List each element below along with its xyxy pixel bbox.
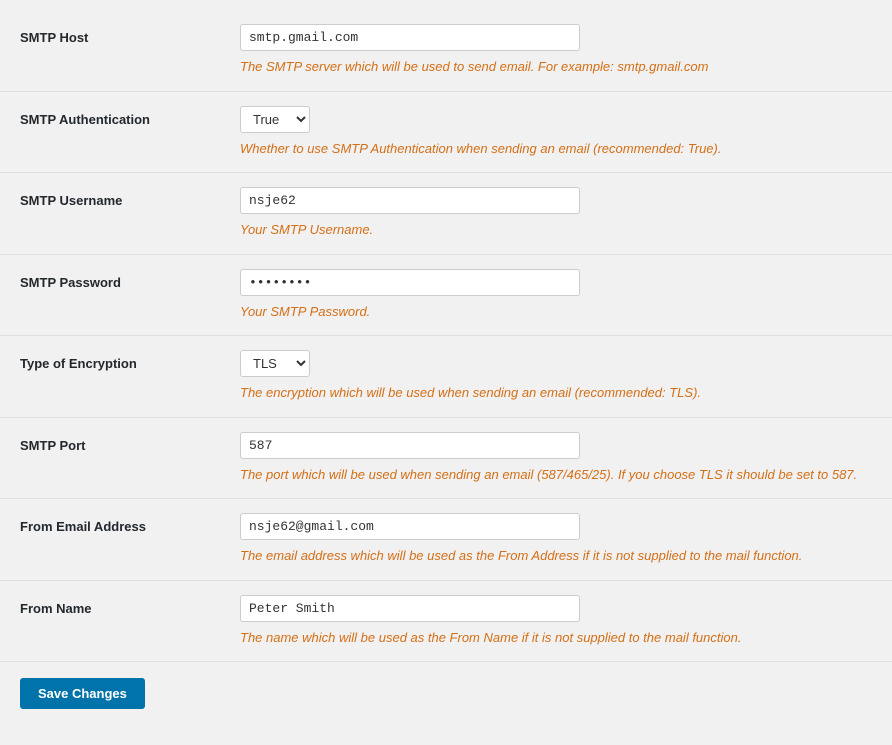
hint-smtp-password: Your SMTP Password. bbox=[240, 302, 872, 322]
label-smtp-password: SMTP Password bbox=[20, 269, 240, 290]
field-from-name: The name which will be used as the From … bbox=[240, 595, 872, 648]
input-smtp-password[interactable] bbox=[240, 269, 580, 296]
select-encryption-type[interactable]: TLSSSLNone bbox=[240, 350, 310, 377]
hint-smtp-username: Your SMTP Username. bbox=[240, 220, 872, 240]
row-encryption-type: Type of EncryptionTLSSSLNone The encrypti… bbox=[0, 336, 892, 418]
label-smtp-host: SMTP Host bbox=[20, 24, 240, 45]
hint-encryption-type: The encryption which will be used when s… bbox=[240, 383, 872, 403]
row-smtp-password: SMTP PasswordYour SMTP Password. bbox=[0, 255, 892, 337]
label-encryption-type: Type of Encryption bbox=[20, 350, 240, 371]
input-smtp-username[interactable] bbox=[240, 187, 580, 214]
field-smtp-password: Your SMTP Password. bbox=[240, 269, 872, 322]
field-smtp-authentication: TrueFalse Whether to use SMTP Authenticat… bbox=[240, 106, 872, 159]
input-smtp-port[interactable] bbox=[240, 432, 580, 459]
hint-smtp-host: The SMTP server which will be used to se… bbox=[240, 57, 872, 77]
field-smtp-username: Your SMTP Username. bbox=[240, 187, 872, 240]
hint-from-name: The name which will be used as the From … bbox=[240, 628, 872, 648]
row-from-name: From NameThe name which will be used as … bbox=[0, 581, 892, 663]
label-smtp-authentication: SMTP Authentication bbox=[20, 106, 240, 127]
field-smtp-port: The port which will be used when sending… bbox=[240, 432, 872, 485]
save-changes-button[interactable]: Save Changes bbox=[20, 678, 145, 709]
hint-smtp-port: The port which will be used when sending… bbox=[240, 465, 872, 485]
field-from-email: The email address which will be used as … bbox=[240, 513, 872, 566]
row-from-email: From Email AddressThe email address whic… bbox=[0, 499, 892, 581]
row-smtp-host: SMTP HostThe SMTP server which will be u… bbox=[0, 10, 892, 92]
hint-smtp-authentication: Whether to use SMTP Authentication when … bbox=[240, 139, 872, 159]
field-encryption-type: TLSSSLNone The encryption which will be u… bbox=[240, 350, 872, 403]
save-row: Save Changes bbox=[0, 662, 892, 725]
label-from-email: From Email Address bbox=[20, 513, 240, 534]
row-smtp-authentication: SMTP AuthenticationTrueFalse Whether to u… bbox=[0, 92, 892, 174]
input-from-name[interactable] bbox=[240, 595, 580, 622]
label-from-name: From Name bbox=[20, 595, 240, 616]
settings-form: SMTP HostThe SMTP server which will be u… bbox=[0, 0, 892, 745]
label-smtp-port: SMTP Port bbox=[20, 432, 240, 453]
row-smtp-username: SMTP UsernameYour SMTP Username. bbox=[0, 173, 892, 255]
input-from-email[interactable] bbox=[240, 513, 580, 540]
input-smtp-host[interactable] bbox=[240, 24, 580, 51]
row-smtp-port: SMTP PortThe port which will be used whe… bbox=[0, 418, 892, 500]
hint-from-email: The email address which will be used as … bbox=[240, 546, 872, 566]
field-smtp-host: The SMTP server which will be used to se… bbox=[240, 24, 872, 77]
select-smtp-authentication[interactable]: TrueFalse bbox=[240, 106, 310, 133]
label-smtp-username: SMTP Username bbox=[20, 187, 240, 208]
